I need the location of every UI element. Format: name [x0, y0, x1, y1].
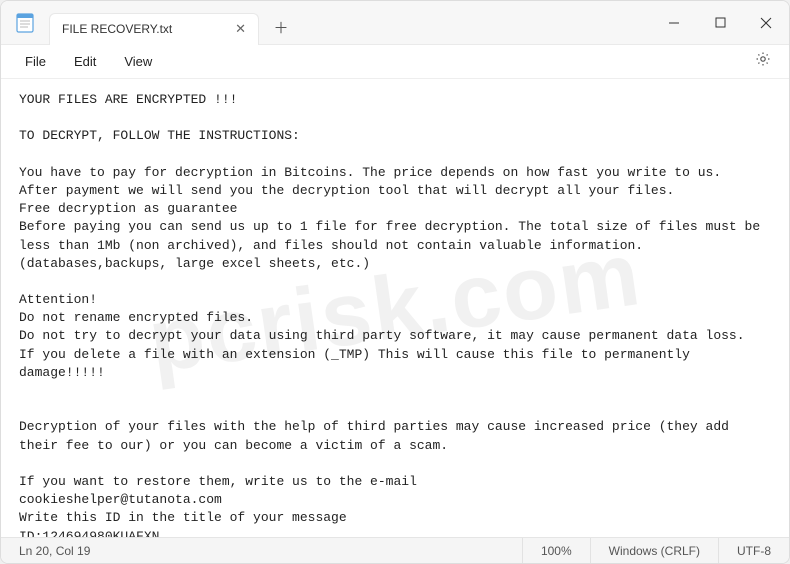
titlebar: FILE RECOVERY.txt ✕ ＋: [1, 1, 789, 45]
status-line-ending[interactable]: Windows (CRLF): [590, 538, 718, 563]
tab-file-recovery[interactable]: FILE RECOVERY.txt ✕: [49, 13, 259, 45]
close-window-button[interactable]: [743, 1, 789, 44]
status-encoding[interactable]: UTF-8: [718, 538, 789, 563]
menu-file[interactable]: File: [11, 50, 60, 73]
tab-title: FILE RECOVERY.txt: [62, 22, 233, 36]
notepad-window: FILE RECOVERY.txt ✕ ＋ File Edit View: [0, 0, 790, 564]
menubar: File Edit View: [1, 45, 789, 79]
window-controls: [651, 1, 789, 44]
menu-edit[interactable]: Edit: [60, 50, 110, 73]
minimize-button[interactable]: [651, 1, 697, 44]
status-cursor-position[interactable]: Ln 20, Col 19: [1, 544, 522, 558]
new-tab-button[interactable]: ＋: [267, 17, 295, 38]
status-zoom[interactable]: 100%: [522, 538, 590, 563]
menu-view[interactable]: View: [110, 50, 166, 73]
settings-icon[interactable]: [747, 47, 779, 76]
text-content-area[interactable]: pcrisk.comYOUR FILES ARE ENCRYPTED !!! T…: [1, 79, 789, 537]
close-tab-icon[interactable]: ✕: [233, 21, 248, 37]
notepad-app-icon: [7, 5, 43, 41]
document-text: YOUR FILES ARE ENCRYPTED !!! TO DECRYPT,…: [19, 92, 760, 537]
maximize-button[interactable]: [697, 1, 743, 44]
statusbar: Ln 20, Col 19 100% Windows (CRLF) UTF-8: [1, 537, 789, 563]
